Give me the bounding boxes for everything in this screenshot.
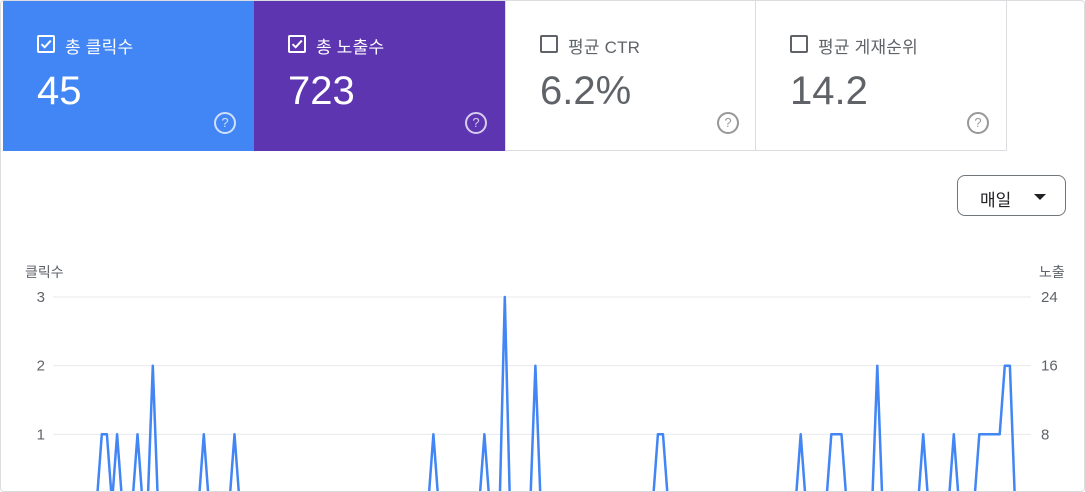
right-tick-label: 16 [1041,358,1058,375]
performance-panel: 총 클릭수 45 ? 총 노출수 723 ? 평균 CTR 6.2% ? 평균 … [0,0,1085,492]
performance-chart: 클릭수 노출 3 24 2 16 1 8 [25,264,1065,491]
series-line-clicks [96,295,1016,491]
left-axis-title: 클릭수 [25,264,64,280]
right-tick-label: 24 [1041,289,1058,306]
left-tick-label: 1 [37,426,45,443]
left-tick-label: 3 [37,289,45,306]
left-tick-label: 2 [37,358,45,375]
right-axis-title: 노출 [1039,264,1065,280]
right-tick-label: 8 [1041,426,1049,443]
